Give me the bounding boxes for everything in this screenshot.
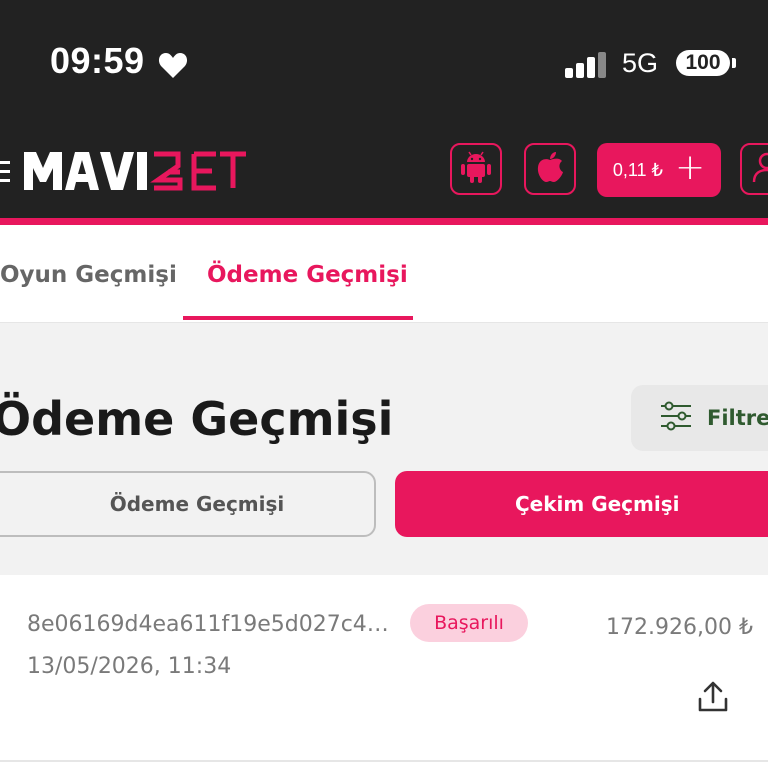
transaction-id: 8e06169d4ea611f19e5d027c4…	[27, 612, 389, 637]
status-time: 09:59	[50, 40, 145, 81]
apple-icon	[536, 151, 564, 187]
ios-app-button[interactable]	[524, 143, 576, 195]
balance-deposit-button[interactable]: 0,11 ₺ +	[597, 143, 721, 197]
user-icon	[752, 151, 768, 187]
active-tab-indicator	[183, 316, 413, 320]
menu-icon[interactable]	[0, 159, 12, 189]
filter-button[interactable]: Filtre	[631, 385, 768, 451]
user-account-button[interactable]	[740, 143, 768, 195]
tab-payment-history[interactable]: Ödeme Geçmişi	[207, 262, 408, 288]
mavibet-logo[interactable]	[24, 146, 248, 196]
tab-game-history[interactable]: Oyun Geçmişi	[0, 262, 177, 288]
transaction-date: 13/05/2026, 11:34	[27, 654, 232, 679]
segment-withdrawal-history[interactable]: Çekim Geçmişi	[395, 471, 768, 537]
status-badge: Başarılı	[410, 604, 528, 642]
android-icon	[461, 151, 491, 187]
heart-icon	[158, 51, 188, 83]
transaction-amount: 172.926,00 ₺	[606, 615, 753, 640]
balance-amount: 0,11 ₺	[612, 159, 663, 180]
filter-icon	[659, 401, 693, 435]
android-app-button[interactable]	[450, 143, 502, 195]
filter-label: Filtre	[707, 406, 768, 430]
share-icon[interactable]	[696, 680, 730, 718]
signal-icon	[565, 52, 609, 82]
segment-payment-history[interactable]: Ödeme Geçmişi	[0, 471, 376, 537]
plus-icon: +	[674, 147, 706, 188]
network-type: 5G	[622, 48, 659, 78]
battery-tip	[732, 58, 736, 68]
page-title: Ödeme Geçmişi	[0, 392, 394, 446]
battery-indicator: 100	[676, 50, 730, 76]
